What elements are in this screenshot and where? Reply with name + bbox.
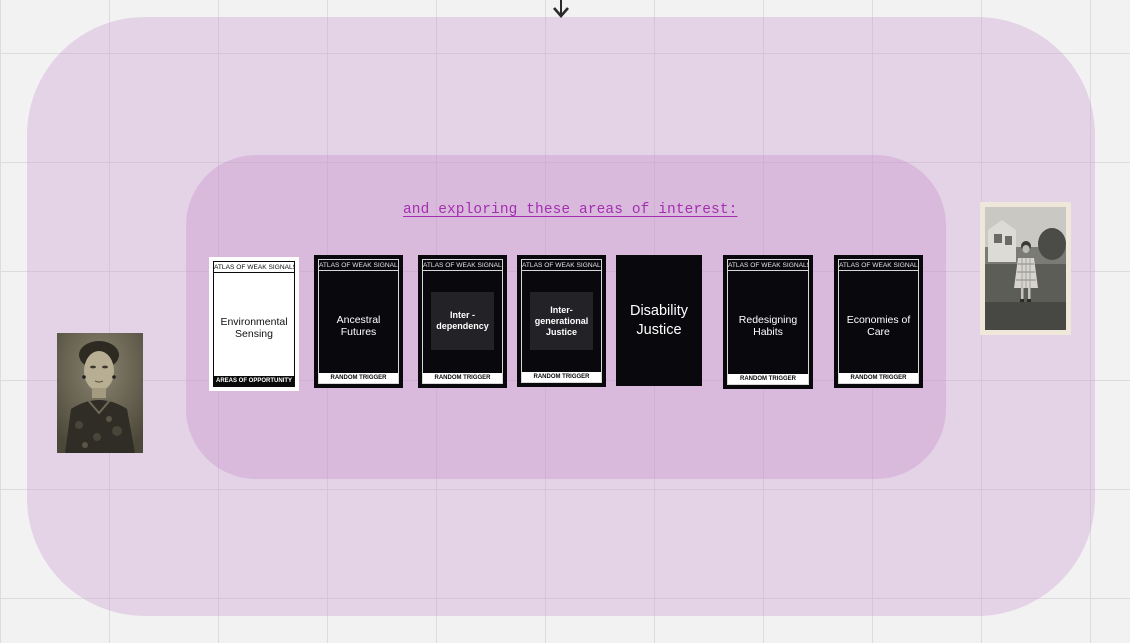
- card-divider: [728, 270, 808, 271]
- card-title: Disability Justice: [629, 302, 688, 338]
- card-header: ATLAS OF WEAK SIGNALS: [728, 262, 808, 269]
- card-title: Inter - dependency: [431, 292, 494, 350]
- card-header: ATLAS OF WEAK SIGNALS: [522, 262, 601, 269]
- card-divider: [423, 270, 502, 271]
- card-footer: RANDOM TRIGGER: [423, 373, 502, 383]
- card-footer: RANDOM TRIGGER: [522, 372, 601, 382]
- card-footer: RANDOM TRIGGER: [839, 373, 918, 383]
- card-title: Environmental Sensing: [220, 316, 288, 340]
- card-title: Ancestral Futures: [336, 313, 381, 338]
- card-divider: [319, 270, 398, 271]
- card-footer: RANDOM TRIGGER: [319, 373, 398, 383]
- card-redesigning-habits[interactable]: ATLAS OF WEAK SIGNALS Redesigning Habits…: [723, 255, 813, 389]
- card-border: ATLAS OF WEAK SIGNALS Inter - dependency…: [422, 259, 503, 384]
- card-border: ATLAS OF WEAK SIGNALS Ancestral Futures …: [318, 259, 399, 384]
- card-border: ATLAS OF WEAK SIGNALS Environmental Sens…: [213, 261, 295, 387]
- card-economies-of-care[interactable]: ATLAS OF WEAK SIGNALS Economies of Care …: [834, 255, 923, 388]
- snapshot-image: [980, 202, 1071, 335]
- card-divider: [214, 272, 294, 273]
- card-title: Redesigning Habits: [738, 314, 798, 338]
- card-footer: RANDOM TRIGGER: [728, 374, 808, 384]
- card-disability-justice[interactable]: Disability Justice: [616, 255, 702, 386]
- card-intergenerational-justice[interactable]: ATLAS OF WEAK SIGNALS Inter- generationa…: [517, 255, 606, 387]
- card-header: ATLAS OF WEAK SIGNALS: [423, 262, 502, 269]
- portrait-image: [57, 333, 143, 453]
- card-header: ATLAS OF WEAK SIGNALS: [319, 262, 398, 269]
- card-border: ATLAS OF WEAK SIGNALS Inter- generationa…: [521, 259, 602, 383]
- arrow-down-icon[interactable]: [552, 0, 570, 20]
- areas-of-interest-link[interactable]: and exploring these areas of interest:: [403, 202, 737, 218]
- card-header: ATLAS OF WEAK SIGNALS: [214, 264, 294, 271]
- card-divider: [522, 270, 601, 271]
- card-border: ATLAS OF WEAK SIGNALS Economies of Care …: [838, 259, 919, 384]
- card-border: ATLAS OF WEAK SIGNALS Redesigning Habits…: [727, 259, 809, 385]
- card-environmental-sensing[interactable]: ATLAS OF WEAK SIGNALS Environmental Sens…: [209, 257, 299, 391]
- card-interdependency[interactable]: ATLAS OF WEAK SIGNALS Inter - dependency…: [418, 255, 507, 388]
- card-ancestral-futures[interactable]: ATLAS OF WEAK SIGNALS Ancestral Futures …: [314, 255, 403, 388]
- card-divider: [839, 270, 918, 271]
- card-header: ATLAS OF WEAK SIGNALS: [839, 262, 918, 269]
- card-title: Inter- generational Justice: [530, 292, 593, 350]
- card-footer: AREAS OF OPPORTUNITY: [214, 376, 294, 386]
- vintage-snapshot-photo[interactable]: [980, 202, 1071, 335]
- portrait-photo[interactable]: [57, 333, 143, 453]
- card-title: Economies of Care: [846, 313, 911, 338]
